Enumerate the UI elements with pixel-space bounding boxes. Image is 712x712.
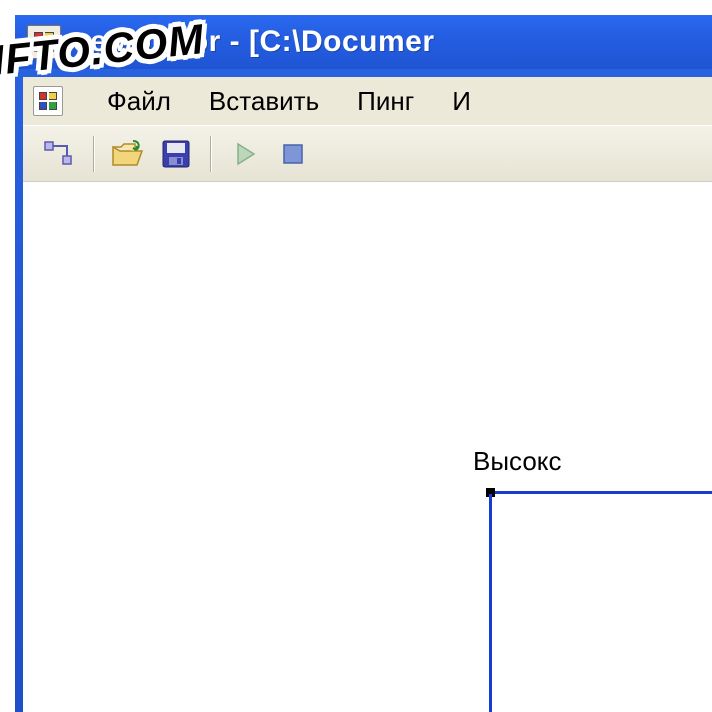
connector-horizontal bbox=[495, 491, 712, 494]
save-icon[interactable] bbox=[156, 134, 196, 174]
stop-icon[interactable] bbox=[273, 134, 313, 174]
toolbar bbox=[23, 125, 712, 183]
network-icon[interactable] bbox=[39, 134, 79, 174]
window-title: ceMonitor - [C:\Documer bbox=[73, 25, 435, 59]
app-icon bbox=[27, 25, 61, 59]
node-label: Высокс bbox=[473, 446, 561, 477]
menu-app-icon bbox=[33, 86, 63, 116]
toolbar-separator bbox=[210, 136, 211, 172]
open-icon[interactable] bbox=[108, 134, 148, 174]
canvas[interactable]: Высокс bbox=[23, 181, 712, 712]
play-icon[interactable] bbox=[225, 134, 265, 174]
menubar: Файл Вставить Пинг И bbox=[23, 77, 712, 126]
menu-info[interactable]: И bbox=[452, 86, 471, 117]
menu-file[interactable]: Файл bbox=[107, 86, 171, 117]
menu-insert[interactable]: Вставить bbox=[209, 86, 319, 117]
titlebar[interactable]: ceMonitor - [C:\Documer bbox=[15, 15, 712, 69]
menu-ping[interactable]: Пинг bbox=[357, 86, 414, 117]
connector-vertical bbox=[489, 494, 492, 712]
client-area: Файл Вставить Пинг И bbox=[23, 77, 712, 712]
window-frame: ceMonitor - [C:\Documer Файл Вставить Пи… bbox=[15, 15, 712, 712]
toolbar-separator bbox=[93, 136, 94, 172]
